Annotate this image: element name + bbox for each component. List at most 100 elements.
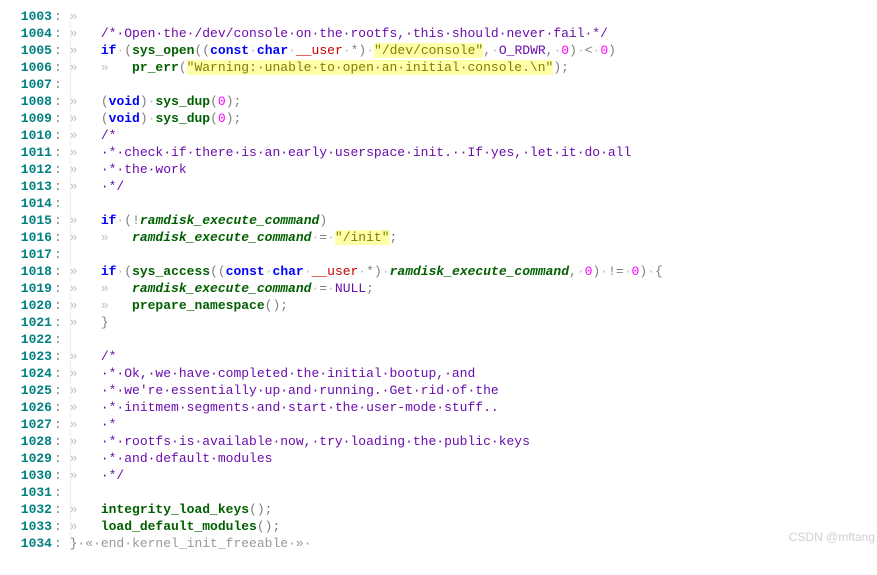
code-line[interactable]: 1026: » ·*·initmem·segments·and·start·th… (8, 399, 877, 416)
code-line[interactable]: 1003: » (8, 8, 877, 25)
gutter-separator: : (54, 519, 70, 534)
line-number: 1010 (8, 127, 54, 144)
code-line[interactable]: 1029: » ·*·and·default·modules (8, 450, 877, 467)
code-line[interactable]: 1017: (8, 246, 877, 263)
gutter-separator: : (54, 366, 70, 381)
token-ws: · (327, 281, 335, 296)
token-pun: (( (194, 43, 210, 58)
code-line[interactable]: 1016: » » ramdisk_execute_command·=·"/in… (8, 229, 877, 246)
code-line[interactable]: 1020: » » prepare_namespace(); (8, 297, 877, 314)
gutter-separator: : (54, 383, 70, 398)
code-line[interactable]: 1014: (8, 195, 877, 212)
token-id: ramdisk_execute_command (132, 230, 311, 245)
token-pun: ( (101, 111, 109, 126)
token-fn: integrity_load_keys (101, 502, 249, 517)
code-line[interactable]: 1019: » » ramdisk_execute_command·=·NULL… (8, 280, 877, 297)
code-line[interactable]: 1025: » ·*·we're·essentially·up·and·runn… (8, 382, 877, 399)
code-line[interactable]: 1004: » /*·Open·the·/dev/console·on·the·… (8, 25, 877, 42)
gutter-separator: : (54, 213, 70, 228)
gutter-separator: : (54, 417, 70, 432)
token-op: = (319, 230, 327, 245)
line-number: 1034 (8, 535, 54, 552)
code-line[interactable]: 1011: » ·*·check·if·there·is·an·early·us… (8, 144, 877, 161)
code-line[interactable]: 1024: » ·*·Ok,·we·have·completed·the·ini… (8, 365, 877, 382)
code-line[interactable]: 1010: » /* (8, 127, 877, 144)
line-number: 1033 (8, 518, 54, 535)
token-pun: ) (140, 94, 148, 109)
code-line[interactable]: 1021: » } (8, 314, 877, 331)
code-editor[interactable]: 1003: »1004: » /*·Open·the·/dev/console·… (8, 8, 877, 552)
line-number: 1016 (8, 229, 54, 246)
code-line[interactable]: 1023: » /* (8, 348, 877, 365)
token-ucl: __user (296, 43, 343, 58)
line-number: 1015 (8, 212, 54, 229)
line-number: 1026 (8, 399, 54, 416)
token-pun: ) (569, 43, 577, 58)
code-line[interactable]: 1007: (8, 76, 877, 93)
token-pun: ( (101, 94, 109, 109)
token-cmt: ·*·we're·essentially·up·and·running.·Get… (101, 383, 499, 398)
line-number: 1011 (8, 144, 54, 161)
token-fn: sys_dup (155, 94, 210, 109)
code-line[interactable]: 1008: » (void)·sys_dup(0); (8, 93, 877, 110)
code-line[interactable]: 1033: » load_default_modules(); (8, 518, 877, 535)
gutter-separator: : (54, 26, 70, 41)
token-ws: · (600, 264, 608, 279)
code-line[interactable]: 1012: » ·*·the·work (8, 161, 877, 178)
token-cmt: ·*/ (101, 179, 124, 194)
gutter-separator: : (54, 43, 70, 58)
code-line[interactable]: 1022: (8, 331, 877, 348)
token-ws: » (70, 383, 101, 398)
gutter-separator: : (54, 128, 70, 143)
line-number: 1027 (8, 416, 54, 433)
code-line[interactable]: 1031: (8, 484, 877, 501)
gutter-separator: : (54, 298, 70, 313)
token-id: ramdisk_execute_command (140, 213, 319, 228)
token-pun: ; (390, 230, 398, 245)
line-number: 1005 (8, 42, 54, 59)
gutter-separator: : (54, 434, 70, 449)
token-pun: ( (210, 94, 218, 109)
gutter-separator: : (54, 502, 70, 517)
code-line[interactable]: 1028: » ·*·rootfs·is·available·now,·try·… (8, 433, 877, 450)
code-line[interactable]: 1032: » integrity_load_keys(); (8, 501, 877, 518)
code-line[interactable]: 1006: » » pr_err("Warning:·unable·to·ope… (8, 59, 877, 76)
token-kw: if (101, 213, 117, 228)
token-kw: if (101, 43, 117, 58)
token-ws: · (358, 264, 366, 279)
token-str: "/dev/console" (374, 43, 483, 58)
gutter-separator: : (54, 77, 70, 92)
code-line[interactable]: 1018: » if·(sys_access((const·char·__use… (8, 263, 877, 280)
token-pun: ( (124, 264, 132, 279)
line-number: 1021 (8, 314, 54, 331)
line-number: 1031 (8, 484, 54, 501)
token-ws: » (70, 417, 101, 432)
gutter-separator: : (54, 264, 70, 279)
token-fold: ·«·end·kernel_init_freeable·»· (77, 536, 311, 551)
token-cmt: /* (101, 349, 117, 364)
token-fn: prepare_namespace (132, 298, 265, 313)
token-cmt: ·*·rootfs·is·available·now,·try·loading·… (101, 434, 530, 449)
token-ws: » (70, 400, 101, 415)
code-line[interactable]: 1030: » ·*/ (8, 467, 877, 484)
token-pun: ); (226, 94, 242, 109)
code-area[interactable]: 1003: »1004: » /*·Open·the·/dev/console·… (8, 8, 877, 552)
token-ws: » (70, 315, 101, 330)
gutter-separator: : (54, 451, 70, 466)
code-line[interactable]: 1005: » if·(sys_open((const·char·__user·… (8, 42, 877, 59)
code-line[interactable]: 1015: » if·(!ramdisk_execute_command) (8, 212, 877, 229)
token-ws: » » (70, 60, 132, 75)
token-ws: » (70, 111, 101, 126)
code-line[interactable]: 1027: » ·* (8, 416, 877, 433)
line-number: 1023 (8, 348, 54, 365)
code-line[interactable]: 1009: » (void)·sys_dup(0); (8, 110, 877, 127)
token-ws: · (491, 43, 499, 58)
token-ws: · (624, 264, 632, 279)
watermark: CSDN @mftang (789, 529, 875, 546)
code-line[interactable]: 1013: » ·*/ (8, 178, 877, 195)
token-fn: sys_access (132, 264, 210, 279)
token-ws: · (327, 230, 335, 245)
token-cmt: /* (101, 128, 117, 143)
token-fn: pr_err (132, 60, 179, 75)
code-line[interactable]: 1034: }·«·end·kernel_init_freeable·»· (8, 535, 877, 552)
